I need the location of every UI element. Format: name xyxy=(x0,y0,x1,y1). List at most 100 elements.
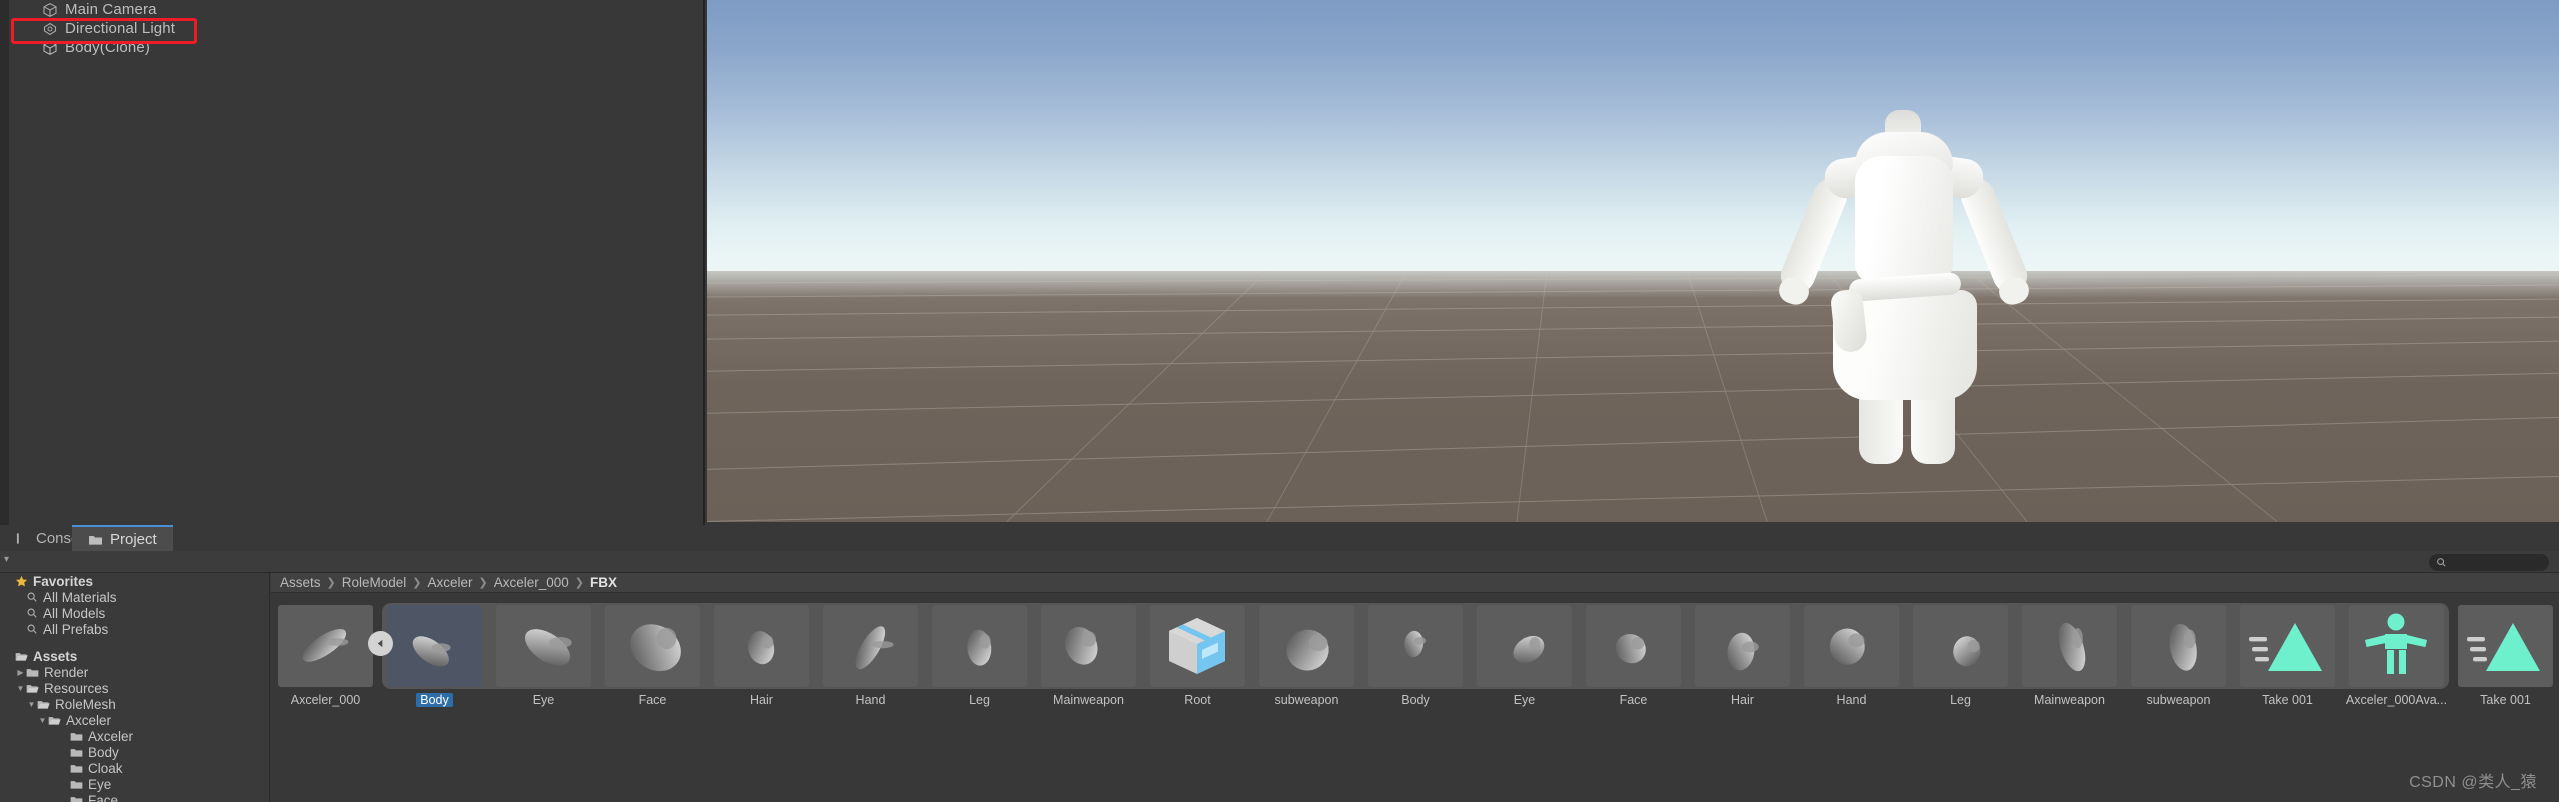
hierarchy-item-label: Main Camera xyxy=(65,1,157,18)
tree-item-body[interactable]: Body xyxy=(0,744,269,760)
tree-item-eye[interactable]: Eye xyxy=(0,776,269,792)
project-toolbar: ▾ xyxy=(0,551,2559,573)
chevron-down-icon[interactable]: ▾ xyxy=(4,554,9,565)
console-icon xyxy=(16,532,29,545)
project-grid-pane: Assets ❯ RoleModel ❯ Axceler ❯ Axceler_000 ❯ FBX… xyxy=(271,573,2559,802)
search-icon xyxy=(26,591,38,603)
tree-item-rolemesh[interactable]: ▼ RoleMesh xyxy=(0,696,269,712)
tree-item-axceler[interactable]: ▼ Axceler xyxy=(0,712,269,728)
asset-label: Take 001 xyxy=(2262,693,2313,707)
asset-item[interactable]: Leg xyxy=(925,605,1034,707)
asset-label: Body xyxy=(1401,693,1430,707)
asset-item[interactable]: Eye xyxy=(1470,605,1579,707)
breadcrumb-item[interactable]: FBX xyxy=(590,575,617,590)
asset-item[interactable]: subweapon xyxy=(2124,605,2233,707)
mesh-preview xyxy=(1913,605,2008,687)
tree-item-all-prefabs[interactable]: All Prefabs xyxy=(0,621,269,637)
tab-label: Project xyxy=(110,530,157,548)
mesh-preview xyxy=(1586,605,1681,687)
character-mesh-preview xyxy=(1737,110,2067,510)
mesh-preview xyxy=(605,605,700,687)
tree-item-label: Axceler xyxy=(66,712,112,728)
tree-item-assets[interactable]: Assets xyxy=(0,648,269,664)
tree-item-face[interactable]: Face xyxy=(0,792,269,802)
asset-item[interactable]: Hair xyxy=(707,605,816,707)
asset-label: subweapon xyxy=(2146,693,2211,707)
asset-label: Face xyxy=(1619,693,1648,707)
chevron-down-icon[interactable]: ▼ xyxy=(37,716,48,725)
light-icon xyxy=(42,21,58,37)
asset-label: Take 001 xyxy=(2480,693,2531,707)
asset-grid[interactable]: Axceler_000 Body Eye Face Hair Hand Leg Mainwea… xyxy=(271,593,2559,707)
tree-item-cloak[interactable]: Cloak xyxy=(0,760,269,776)
mesh-preview xyxy=(1804,605,1899,687)
chevron-right-icon[interactable]: ▶ xyxy=(15,668,26,677)
tab-project[interactable]: Project xyxy=(72,525,173,551)
tree-item-label: Favorites xyxy=(33,573,94,589)
asset-item[interactable]: Eye xyxy=(489,605,598,707)
project-tree[interactable]: Favorites All Materials All Models All Pref… xyxy=(0,573,270,802)
asset-label: Hair xyxy=(1731,693,1754,707)
skybox-gradient xyxy=(707,0,2559,272)
chevron-down-icon[interactable]: ▼ xyxy=(15,684,26,693)
asset-item[interactable]: Axceler_000Ava... xyxy=(2342,605,2451,707)
asset-item[interactable]: Mainweapon xyxy=(2015,605,2124,707)
mesh-preview xyxy=(278,605,373,687)
asset-item[interactable]: Leg xyxy=(1906,605,2015,707)
hierarchy-item-directional-light[interactable]: Directional Light xyxy=(0,19,703,38)
hierarchy-item-body-clone[interactable]: Body(Clone) xyxy=(0,38,703,57)
folder-open-icon xyxy=(37,699,50,710)
asset-item[interactable]: subweapon xyxy=(1252,605,1361,707)
asset-item[interactable]: Hand xyxy=(816,605,925,707)
collapse-handle[interactable] xyxy=(368,631,393,656)
asset-label: Eye xyxy=(1513,693,1536,707)
folder-open-icon xyxy=(48,715,61,726)
tree-item-axceler[interactable]: Axceler xyxy=(0,728,269,744)
tree-item-resources[interactable]: ▼ Resources xyxy=(0,680,269,696)
asset-item[interactable]: Hand xyxy=(1797,605,1906,707)
asset-label: subweapon xyxy=(1274,693,1339,707)
mesh-preview xyxy=(496,605,591,687)
avatar-icon xyxy=(2349,605,2444,687)
chevron-right-icon: ❯ xyxy=(326,577,336,589)
asset-item[interactable]: Body xyxy=(1361,605,1470,707)
asset-item[interactable]: Face xyxy=(1579,605,1688,707)
scene-viewport[interactable] xyxy=(707,0,2559,522)
chevron-right-icon: ❯ xyxy=(574,577,585,589)
asset-item[interactable]: Axceler_000 xyxy=(271,605,380,707)
tree-item-label: Render xyxy=(44,664,89,680)
asset-item[interactable]: Mainweapon xyxy=(1034,605,1143,707)
search-icon xyxy=(26,607,38,619)
hierarchy-item-main-camera[interactable]: Main Camera xyxy=(0,0,703,19)
asset-item[interactable]: Root xyxy=(1143,605,1252,707)
asset-item[interactable]: Take 001 xyxy=(2233,605,2342,707)
asset-item[interactable]: Hair xyxy=(1688,605,1797,707)
tree-item-all-materials[interactable]: All Materials xyxy=(0,589,269,605)
breadcrumb-item[interactable]: Axceler_000 xyxy=(494,575,569,590)
hierarchy-gutter xyxy=(0,0,9,525)
hierarchy-panel: Main Camera Directional Light Body(Clone… xyxy=(0,0,705,525)
breadcrumb-item[interactable]: Assets xyxy=(280,575,321,590)
chevron-down-icon[interactable]: ▼ xyxy=(26,700,37,709)
breadcrumb-item[interactable]: Axceler xyxy=(428,575,473,590)
mesh-preview xyxy=(1695,605,1790,687)
tree-item-label: Eye xyxy=(88,776,112,792)
tree-item-label: Resources xyxy=(44,680,109,696)
breadcrumb-item[interactable]: RoleModel xyxy=(342,575,407,590)
cube-icon xyxy=(42,40,58,56)
tree-item-label: All Prefabs xyxy=(43,621,109,637)
mesh-preview xyxy=(1259,605,1354,687)
hierarchy-item-label: Body(Clone) xyxy=(65,39,151,56)
asset-item[interactable]: Body xyxy=(380,605,489,707)
asset-label: Axceler_000Ava... xyxy=(2345,693,2448,707)
asset-item[interactable]: Take 001 xyxy=(2451,605,2559,707)
search-input[interactable] xyxy=(2429,554,2549,571)
tree-item-all-models[interactable]: All Models xyxy=(0,605,269,621)
asset-label: Axceler_000 xyxy=(290,693,361,707)
folder-icon xyxy=(26,667,39,678)
tree-item-favorites[interactable]: Favorites xyxy=(0,573,269,589)
asset-label: Leg xyxy=(969,693,990,707)
asset-item[interactable]: Face xyxy=(598,605,707,707)
tree-item-render[interactable]: ▶ Render xyxy=(0,664,269,680)
